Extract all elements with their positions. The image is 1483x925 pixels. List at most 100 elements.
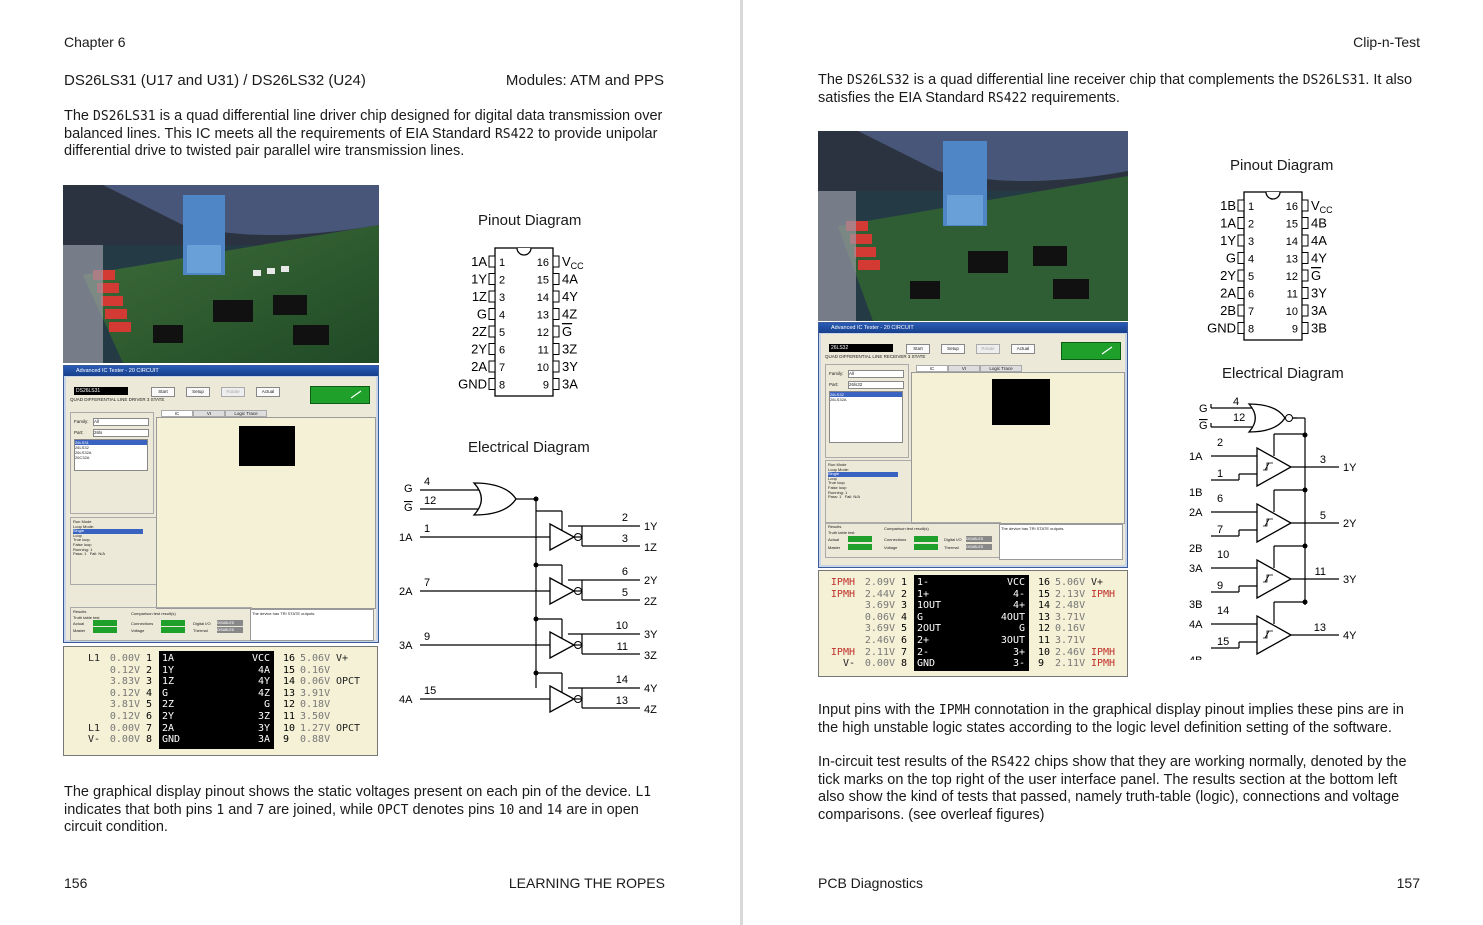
- pin-number: 2: [145, 664, 152, 676]
- pin-label: 3Z: [562, 342, 577, 357]
- part-input[interactable]: 26ls32: [848, 381, 904, 389]
- pin-name: 1-: [917, 577, 930, 588]
- section-title: DS26LS31 (U17 and U31) / DS26LS32 (U24): [64, 72, 366, 89]
- pin-number: 14: [1286, 236, 1298, 248]
- pin-flag: L1: [87, 722, 100, 734]
- pin-number: 10: [616, 620, 628, 632]
- pin-number: 12: [1286, 271, 1298, 283]
- actual-button[interactable]: Actual: [1011, 344, 1035, 354]
- pin-label: 1Z: [472, 289, 487, 304]
- pinout-diagram: 1B 11A 21Y 3G 42Y 52A 62B 7GND 816 VCC15 4B14 4A13 4…: [1207, 191, 1333, 341]
- pin-name: 1Y: [162, 664, 175, 676]
- pin-number: 12: [1233, 412, 1245, 424]
- part-input[interactable]: 26ls: [93, 429, 149, 437]
- pin-voltage: 2.46V: [864, 635, 895, 646]
- tab-ic[interactable]: IC: [161, 410, 193, 417]
- pin-label: G: [1226, 251, 1236, 266]
- run-mode-panel: Run Mode Loop Mode: Single Loop True loo…: [825, 460, 913, 524]
- window-title: Advanced IC Tester - 20 CIRCUIT: [819, 323, 1127, 333]
- pin-stub: [1301, 287, 1309, 299]
- pin-number: 12: [283, 699, 296, 711]
- rotate-button[interactable]: Rotate: [221, 387, 245, 397]
- pin-number: 15: [424, 685, 436, 697]
- ipmh-paragraph: Input pins with the IPMH connotation in …: [818, 702, 1404, 736]
- pin-label: 4A: [1311, 233, 1327, 248]
- page-number: 157: [1396, 875, 1420, 891]
- pin-number: 5: [499, 327, 505, 339]
- pin-number: 15: [1038, 588, 1051, 600]
- start-button[interactable]: Start: [151, 387, 175, 397]
- pin-number: 5: [900, 623, 907, 635]
- output-label: 3Y: [644, 629, 658, 641]
- pin-label: 4B: [1311, 216, 1327, 231]
- electrical-title: Electrical Diagram: [1222, 365, 1344, 382]
- pin-stub: [552, 378, 560, 390]
- pin-label: 1Y: [1220, 233, 1236, 248]
- input-label: 2A: [399, 586, 413, 598]
- pin-number: 10: [1286, 306, 1298, 318]
- pin-number: 7: [499, 362, 505, 374]
- pin-name: 2A: [162, 722, 175, 734]
- family-select[interactable]: All: [848, 370, 904, 378]
- output-label: 4Y: [1343, 630, 1357, 642]
- setup-button[interactable]: Setup: [186, 387, 210, 397]
- part-display: 26LS32: [829, 344, 893, 352]
- part-list[interactable]: 26LS31 26LS32 26LS32A 26C32A: [74, 439, 148, 471]
- pin-stub: [1301, 322, 1309, 334]
- pin-number: 12: [424, 495, 436, 507]
- part-list[interactable]: 26LS32 26LS32A: [829, 391, 903, 443]
- library-panel: Family: All Part: 26ls 26LS31 26LS32 26L…: [70, 412, 154, 514]
- pin-name: 3OUT: [1000, 635, 1025, 646]
- pin-number: 3: [145, 676, 152, 688]
- pin-number: 16: [537, 257, 549, 269]
- pin-flag: L1: [87, 653, 100, 664]
- pin-number: 2: [499, 275, 505, 287]
- pin-name: 4Z: [257, 687, 270, 699]
- start-button[interactable]: Start: [906, 344, 930, 354]
- pin-label: VCC: [1311, 198, 1333, 215]
- pin-voltage: 0.12V: [109, 687, 140, 699]
- tab-vi[interactable]: VI: [193, 410, 225, 417]
- setup-button[interactable]: Setup: [941, 344, 965, 354]
- g-label: G: [1199, 403, 1208, 415]
- pin-voltage-panel: L1 0.00V 1 1A VCC 16 5.06V V+ 0.12V 2 1Y 4A 15 0.16V 3…: [63, 646, 378, 756]
- pin-flag: IPMH: [1091, 646, 1116, 658]
- pin-name: 4-: [1012, 588, 1025, 600]
- rotate-button[interactable]: Rotate: [976, 344, 1000, 354]
- pin-label: 3A: [562, 377, 578, 392]
- pin-number: 3: [900, 600, 907, 612]
- list-item[interactable]: 26LS32A: [830, 397, 902, 402]
- tab-logic-trace[interactable]: Logic Trace: [980, 365, 1022, 372]
- family-select[interactable]: All: [93, 418, 149, 426]
- window-title: Advanced IC Tester - 20 CIRCUIT: [64, 366, 378, 376]
- pin-number: 15: [1217, 636, 1229, 648]
- pin-number: 9: [424, 631, 430, 643]
- list-item[interactable]: 26C32A: [75, 455, 147, 460]
- pin-number: 8: [145, 734, 152, 746]
- tab-ic[interactable]: IC: [916, 365, 948, 372]
- voltage-pass: [914, 544, 938, 550]
- pin-voltage: 2.48V: [1055, 600, 1086, 612]
- pin-label: 4Y: [562, 289, 578, 304]
- pin-voltage-panel: IPMH 2.09V 1 1- VCC 16 5.06V V+ IPMH 2.44V 2 1+ 4- 15…: [818, 570, 1128, 677]
- pin-voltage: 0.18V: [300, 699, 331, 711]
- tab-vi[interactable]: VI: [948, 365, 980, 372]
- pin-number: 9: [543, 380, 549, 392]
- tab-logic-trace[interactable]: Logic Trace: [225, 410, 267, 417]
- pin-number: 6: [1248, 289, 1254, 301]
- pin-number: 3: [1320, 454, 1326, 466]
- pin-number: 9: [1038, 658, 1045, 670]
- pin-number: 8: [900, 658, 907, 670]
- device-note: The device has TRI STATE outputs.: [250, 609, 374, 641]
- pin-stub: [552, 308, 560, 320]
- actual-button[interactable]: Actual: [256, 387, 280, 397]
- junction: [533, 616, 539, 622]
- pin-name: 3-: [1012, 658, 1025, 670]
- pin-number: 2: [900, 588, 907, 600]
- pin-name: 3+: [1012, 646, 1025, 658]
- output-label: 3Z: [644, 650, 657, 662]
- pin-number: 16: [1286, 201, 1298, 213]
- pin-name: G: [162, 687, 169, 699]
- input-label: 1A: [399, 532, 413, 544]
- pin-number: 10: [1038, 646, 1051, 658]
